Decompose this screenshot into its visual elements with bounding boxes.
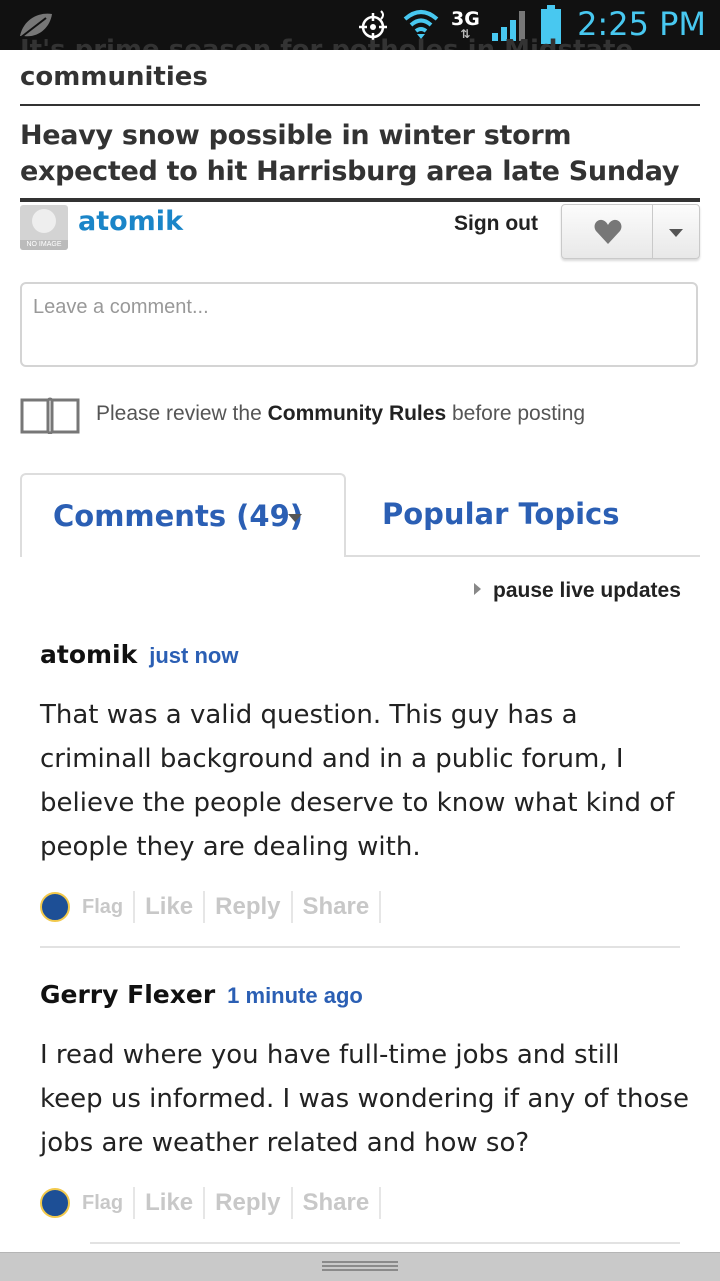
comment-body: That was a valid question. This guy has … — [40, 700, 675, 862]
like-button-group — [561, 204, 700, 259]
flag-avatar-icon — [40, 892, 70, 922]
share-button[interactable]: Share — [293, 1187, 382, 1219]
comment-divider — [40, 946, 680, 948]
cut-off-headline[interactable]: It's prime season for potholes in Midsta… — [20, 22, 700, 50]
chevron-down-icon — [669, 229, 683, 237]
like-comment-button[interactable]: Like — [135, 891, 206, 923]
comment-actions: Flag Like Reply Share — [40, 887, 680, 927]
chevron-down-icon — [288, 514, 302, 522]
tab-popular-topics[interactable]: Popular Topics — [382, 497, 620, 531]
comment-item: Gerry Flexer 1 minute ago I read where yo… — [40, 980, 689, 1223]
headline-2[interactable]: Heavy snow possible in winter storm expe… — [20, 118, 710, 190]
reply-button[interactable]: Reply — [205, 891, 293, 923]
play-icon — [474, 583, 481, 595]
like-dropdown-button[interactable] — [653, 205, 699, 258]
flag-avatar-icon — [40, 1188, 70, 1218]
flag-button[interactable]: Flag — [82, 1187, 136, 1219]
like-button[interactable] — [562, 205, 653, 258]
sign-out-link[interactable]: Sign out — [454, 212, 538, 236]
share-button[interactable]: Share — [293, 891, 382, 923]
comment-author[interactable]: Gerry Flexer — [40, 980, 215, 1009]
community-rules-notice: Please review the Community Rules before… — [96, 402, 586, 425]
divider — [20, 198, 700, 202]
heart-icon — [594, 219, 622, 244]
book-icon — [20, 397, 80, 434]
like-comment-button[interactable]: Like — [135, 1187, 206, 1219]
comment-time[interactable]: 1 minute ago — [227, 983, 363, 1008]
tab-comments-label: Comments (49) — [53, 499, 304, 533]
community-rules-link[interactable]: Community Rules — [268, 402, 447, 425]
reply-button[interactable]: Reply — [205, 1187, 293, 1219]
comment-actions: Flag Like Reply Share — [40, 1183, 680, 1223]
divider — [20, 104, 700, 106]
comment-input[interactable] — [20, 282, 698, 367]
bottom-drag-bar[interactable] — [0, 1252, 720, 1281]
comment-body: I read where you have full-time jobs and… — [40, 1040, 689, 1158]
username-link[interactable]: atomik — [78, 206, 183, 237]
avatar: NO IMAGE — [20, 205, 68, 250]
comment-item: atomik just now That was a valid question… — [40, 640, 680, 927]
comment-author[interactable]: atomik — [40, 640, 137, 669]
comment-divider — [90, 1242, 680, 1244]
tab-comments[interactable]: Comments (49) — [20, 473, 346, 557]
pause-live-updates[interactable]: pause live updates — [474, 579, 681, 603]
flag-button[interactable]: Flag — [82, 891, 136, 923]
drag-handle-icon[interactable] — [322, 1261, 398, 1271]
headline-1[interactable]: communities — [20, 60, 700, 94]
comment-time[interactable]: just now — [149, 643, 238, 668]
